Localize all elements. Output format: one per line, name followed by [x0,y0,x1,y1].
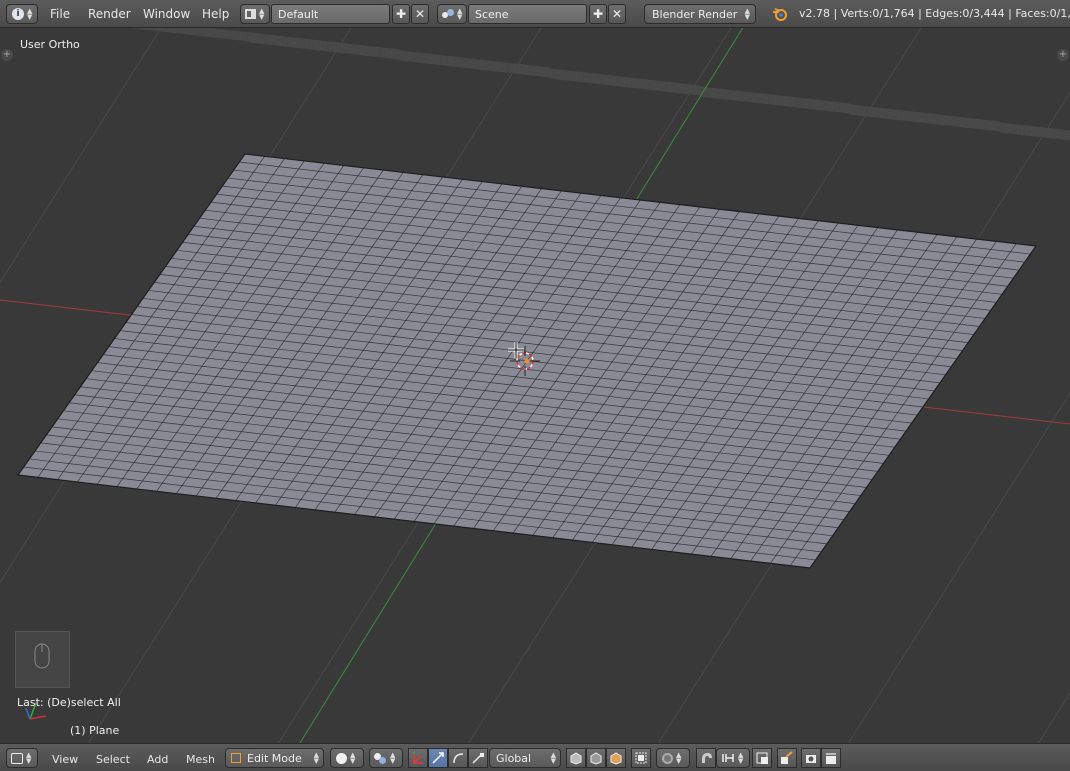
3d-viewport[interactable]: + + User Ortho Last: (De)select All (1) … [0,28,1070,743]
updown-icon: ▲ ▼ [27,7,33,21]
last-operator-label: Last: (De)select All [17,696,121,709]
scene-field[interactable]: Scene [468,4,587,24]
layout-icon [245,9,256,19]
updown-icon: ▲ ▼ [744,7,750,21]
updown-icon: ▲ ▼ [457,7,463,21]
plus-icon: ✚ [395,7,407,21]
proportional-editing-selector[interactable]: ▲ ▼ [656,748,690,768]
region-toggle-left-icon[interactable]: + [1,49,13,61]
edge-select-icon [590,752,602,765]
manipulator-icon [413,752,424,764]
updown-icon: ▲ ▼ [676,751,682,765]
clapperboard-icon [826,753,836,764]
camera-icon [806,755,816,763]
snap-increment-icon [722,754,734,762]
snap-target-icon [756,752,768,764]
opengl-render-image-button[interactable] [801,748,821,768]
occlude-geometry-button[interactable] [631,748,651,768]
proportional-icon [662,752,673,764]
updown-icon: ▲ ▼ [550,751,556,765]
opengl-render-animation-button[interactable] [821,748,841,768]
updown-icon: ▲ ▼ [259,7,265,21]
grid-line [139,28,1070,134]
face-select-mode-button[interactable] [606,748,626,768]
menu-render[interactable]: Render [88,7,131,21]
transform-orientation-selector[interactable]: Global ▲ ▼ [489,748,561,768]
screen-layout-selector[interactable]: ▲ ▼ [240,4,270,24]
delete-layout-button[interactable]: ✕ [411,4,429,24]
viewport-shading-selector[interactable]: ▲ ▼ [330,748,364,768]
viewport-canvas[interactable] [0,28,1070,743]
render-engine-selector[interactable]: Blender Render ▲ ▼ [644,4,756,24]
snap-element-selector[interactable]: ▲ ▼ [716,748,750,768]
vertex-select-icon [570,752,582,765]
menu-add[interactable]: Add [147,753,168,766]
mouse-indicator [15,631,70,688]
menu-help[interactable]: Help [202,7,229,21]
pivot-point-selector[interactable]: ▲ ▼ [369,748,403,768]
orientation-label: Global [496,751,532,765]
mode-label: Edit Mode [247,751,302,765]
screen-layout-name: Default [278,7,319,21]
plus-icon: ✚ [592,7,604,21]
region-toggle-right-icon[interactable]: + [1057,49,1069,61]
magnet-icon [702,753,712,763]
updown-icon: ▲ ▼ [350,751,356,765]
mouse-icon [34,643,50,669]
updown-icon: ▲ ▼ [390,751,396,765]
cube-icon [11,752,23,764]
updown-icon: ▲ ▼ [738,751,744,765]
updown-icon: ▲ ▼ [313,751,319,765]
delete-scene-button[interactable]: ✕ [608,4,626,24]
mode-selector[interactable]: Edit Mode ▲ ▼ [225,748,324,768]
info-header: i ▲ ▼ File Render Window Help ▲ ▼ Default … [0,0,1070,28]
active-object-label: (1) Plane [70,724,120,737]
updown-icon: ▲ ▼ [26,751,32,765]
pivot-icon [374,752,387,764]
rotate-manipulator-button[interactable] [448,748,468,768]
rotate-icon [453,753,464,764]
scene-statistics: v2.78 | Verts:0/1,764 | Edges:0/3,444 | … [799,7,1070,20]
screen-layout-field[interactable]: Default [271,4,390,24]
close-icon: ✕ [414,7,426,21]
add-scene-button[interactable]: ✚ [589,4,607,24]
grid-line [157,28,1070,132]
scene-icon [442,9,454,19]
scale-icon [472,753,484,764]
face-select-icon [610,752,622,765]
menu-mesh[interactable]: Mesh [186,753,215,766]
layer-copy-icon [781,751,793,764]
manipulator-toggle-button[interactable] [408,748,428,768]
view-label: User Ortho [20,38,80,51]
scene-name: Scene [475,7,509,21]
solid-shading-icon [336,752,347,764]
translate-icon [432,752,444,764]
blender-logo-icon [772,7,788,21]
editor-type-button[interactable]: i ▲ ▼ [6,4,38,24]
scale-manipulator-button[interactable] [468,748,488,768]
menu-view[interactable]: View [52,753,78,766]
add-layout-button[interactable]: ✚ [392,4,410,24]
menu-window[interactable]: Window [143,7,190,21]
info-icon: i [12,8,24,20]
menu-file[interactable]: File [50,7,70,21]
3d-view-header: ▲ ▼ View Select Add Mesh Edit Mode ▲ ▼ ▲ ▼ … [0,743,1070,771]
grid-line [148,28,1070,133]
translate-manipulator-button[interactable] [428,748,448,768]
copy-layer-button[interactable] [777,748,797,768]
object-origin-icon [524,358,530,364]
edit-mode-icon [231,753,241,763]
snap-toggle-button[interactable] [696,748,716,768]
menu-select[interactable]: Select [96,753,130,766]
scene-selector[interactable]: ▲ ▼ [437,4,467,24]
occlude-icon [635,752,647,764]
edge-select-mode-button[interactable] [586,748,606,768]
vertex-select-mode-button[interactable] [566,748,586,768]
snap-target-button[interactable] [752,748,772,768]
render-engine-label: Blender Render [652,7,738,21]
close-icon: ✕ [611,7,623,21]
editor-type-button[interactable]: ▲ ▼ [6,748,38,768]
